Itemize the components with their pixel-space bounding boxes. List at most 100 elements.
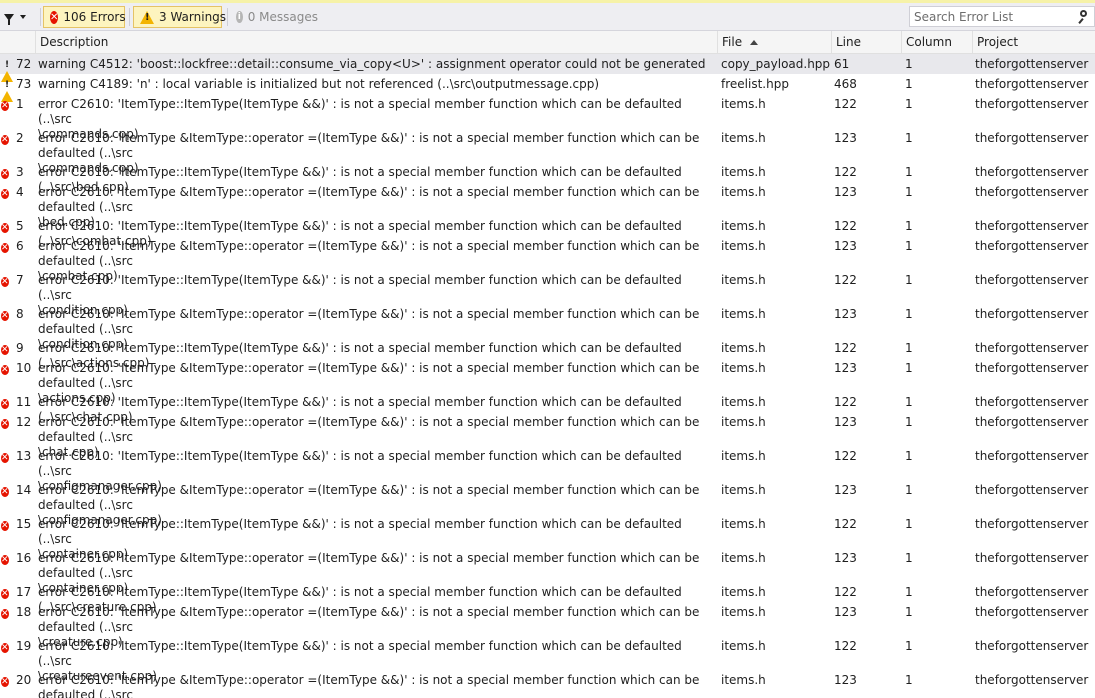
error-list-row[interactable]: ✕ 6 error C2610: 'ItemType &ItemType::oper… xyxy=(0,236,1095,283)
row-number: 1 xyxy=(16,97,24,111)
error-list-row[interactable]: ✕ 3 error C2610: 'ItemType::ItemType(ItemT… xyxy=(0,162,1095,194)
error-list-row[interactable]: ✕ 18 error C2610: 'ItemType &ItemType::ope… xyxy=(0,602,1095,649)
column-header-column[interactable]: Column xyxy=(901,31,972,53)
row-file: items.h xyxy=(721,239,766,253)
error-list-row[interactable]: 72 warning C4512: 'boost::lockfree::detai… xyxy=(0,54,1095,82)
errors-filter-button[interactable]: ✕ 106 Errors xyxy=(43,6,126,28)
row-project: theforgottenserver xyxy=(975,449,1089,463)
error-list-row[interactable]: ✕ 19 error C2610: 'ItemType::ItemType(Item… xyxy=(0,636,1095,683)
messages-count-label: 0 Messages xyxy=(247,10,318,24)
filter-dropdown-button[interactable] xyxy=(4,7,38,27)
error-list-row[interactable]: ✕ 14 error C2610: 'ItemType &ItemType::ope… xyxy=(0,480,1095,527)
row-project: theforgottenserver xyxy=(975,395,1089,409)
severity-cell: ✕ xyxy=(1,341,9,356)
severity-cell: ✕ xyxy=(1,395,9,410)
error-list-row[interactable]: ✕ 15 error C2610: 'ItemType::ItemType(Item… xyxy=(0,514,1095,561)
row-line: 61 xyxy=(834,57,850,71)
severity-cell: ✕ xyxy=(1,415,9,430)
error-list-row[interactable]: ✕ 13 error C2610: 'ItemType::ItemType(Item… xyxy=(0,446,1095,493)
error-list-row[interactable]: ✕ 12 error C2610: 'ItemType &ItemType::ope… xyxy=(0,412,1095,459)
row-line: 122 xyxy=(834,97,857,111)
row-number: 13 xyxy=(16,449,32,463)
error-list-row[interactable]: 73 warning C4189: 'n' : local variable is… xyxy=(0,74,1095,102)
severity-cell: ✕ xyxy=(1,639,9,654)
error-list-row[interactable]: ✕ 5 error C2610: 'ItemType::ItemType(ItemT… xyxy=(0,216,1095,248)
error-icon: ✕ xyxy=(50,10,59,24)
row-project: theforgottenserver xyxy=(975,273,1089,287)
severity-cell xyxy=(1,57,13,82)
error-list-row[interactable]: ✕ 7 error C2610: 'ItemType::ItemType(ItemT… xyxy=(0,270,1095,317)
row-number: 4 xyxy=(16,185,24,199)
error-list-row[interactable]: ✕ 1 error C2610: 'ItemType::ItemType(ItemT… xyxy=(0,94,1095,141)
severity-cell: ✕ xyxy=(1,239,9,254)
messages-filter-button[interactable]: i 0 Messages xyxy=(230,6,324,28)
column-header-file[interactable]: File xyxy=(717,31,831,53)
row-number: 16 xyxy=(16,551,32,565)
row-project: theforgottenserver xyxy=(975,131,1089,145)
search-icon[interactable] xyxy=(1079,10,1090,24)
row-column: 1 xyxy=(905,273,913,287)
row-line: 122 xyxy=(834,341,857,355)
row-column: 1 xyxy=(905,219,913,233)
toolbar-separator xyxy=(129,8,130,26)
error-icon: ✕ xyxy=(1,189,9,199)
row-number: 3 xyxy=(16,165,24,179)
error-icon: ✕ xyxy=(1,419,9,429)
row-project: theforgottenserver xyxy=(975,517,1089,531)
row-file: items.h xyxy=(721,551,766,565)
row-number: 15 xyxy=(16,517,32,531)
error-list-row[interactable]: ✕ 2 error C2610: 'ItemType &ItemType::oper… xyxy=(0,128,1095,175)
errors-count-label: 106 Errors xyxy=(63,10,126,24)
column-header-description[interactable]: Description xyxy=(35,31,717,53)
row-column: 1 xyxy=(905,239,913,253)
column-header-project-label: Project xyxy=(977,35,1019,49)
error-list-row[interactable]: ✕ 8 error C2610: 'ItemType &ItemType::oper… xyxy=(0,304,1095,351)
row-project: theforgottenserver xyxy=(975,219,1089,233)
row-number: 19 xyxy=(16,639,32,653)
error-list-row[interactable]: ✕ 17 error C2610: 'ItemType::ItemType(Item… xyxy=(0,582,1095,614)
row-file: items.h xyxy=(721,415,766,429)
error-list-row[interactable]: ✕ 4 error C2610: 'ItemType &ItemType::oper… xyxy=(0,182,1095,229)
row-line: 122 xyxy=(834,517,857,531)
column-header-icon[interactable] xyxy=(0,31,35,53)
row-number: 8 xyxy=(16,307,24,321)
row-project: theforgottenserver xyxy=(975,605,1089,619)
column-header-project[interactable]: Project xyxy=(972,31,1095,53)
row-project: theforgottenserver xyxy=(975,361,1089,375)
row-number: 11 xyxy=(16,395,32,409)
error-icon: ✕ xyxy=(1,311,9,321)
severity-cell: ✕ xyxy=(1,165,9,180)
row-number: 20 xyxy=(16,673,32,687)
error-list-row[interactable]: ✕ 11 error C2610: 'ItemType::ItemType(Item… xyxy=(0,392,1095,424)
row-line: 123 xyxy=(834,415,857,429)
severity-cell: ✕ xyxy=(1,361,9,376)
row-line: 122 xyxy=(834,219,857,233)
severity-cell: ✕ xyxy=(1,517,9,532)
info-icon: i xyxy=(236,11,243,23)
row-column: 1 xyxy=(905,361,913,375)
row-file: items.h xyxy=(721,219,766,233)
search-input[interactable] xyxy=(914,9,1074,24)
column-header-line[interactable]: Line xyxy=(831,31,901,53)
error-list-row[interactable]: ✕ 20 error C2610: 'ItemType &ItemType::ope… xyxy=(0,670,1095,698)
warnings-filter-button[interactable]: 3 Warnings xyxy=(133,6,226,28)
error-icon: ✕ xyxy=(1,609,9,619)
error-list-toolbar: ✕ 106 Errors 3 Warnings i 0 Messages xyxy=(0,3,1095,31)
row-column: 1 xyxy=(905,131,913,145)
row-column: 1 xyxy=(905,673,913,687)
row-column: 1 xyxy=(905,605,913,619)
row-number: 18 xyxy=(16,605,32,619)
warning-icon xyxy=(140,10,154,24)
error-list-row[interactable]: ✕ 16 error C2610: 'ItemType &ItemType::ope… xyxy=(0,548,1095,595)
row-file: copy_payload.hpp xyxy=(721,57,831,71)
row-project: theforgottenserver xyxy=(975,585,1089,599)
row-column: 1 xyxy=(905,341,913,355)
error-list-row[interactable]: ✕ 10 error C2610: 'ItemType &ItemType::ope… xyxy=(0,358,1095,405)
error-icon: ✕ xyxy=(1,487,9,497)
row-number: 12 xyxy=(16,415,32,429)
error-list-row[interactable]: ✕ 9 error C2610: 'ItemType::ItemType(ItemT… xyxy=(0,338,1095,370)
row-project: theforgottenserver xyxy=(975,307,1089,321)
error-icon: ✕ xyxy=(1,677,9,687)
severity-cell: ✕ xyxy=(1,97,9,112)
error-icon: ✕ xyxy=(1,399,9,409)
